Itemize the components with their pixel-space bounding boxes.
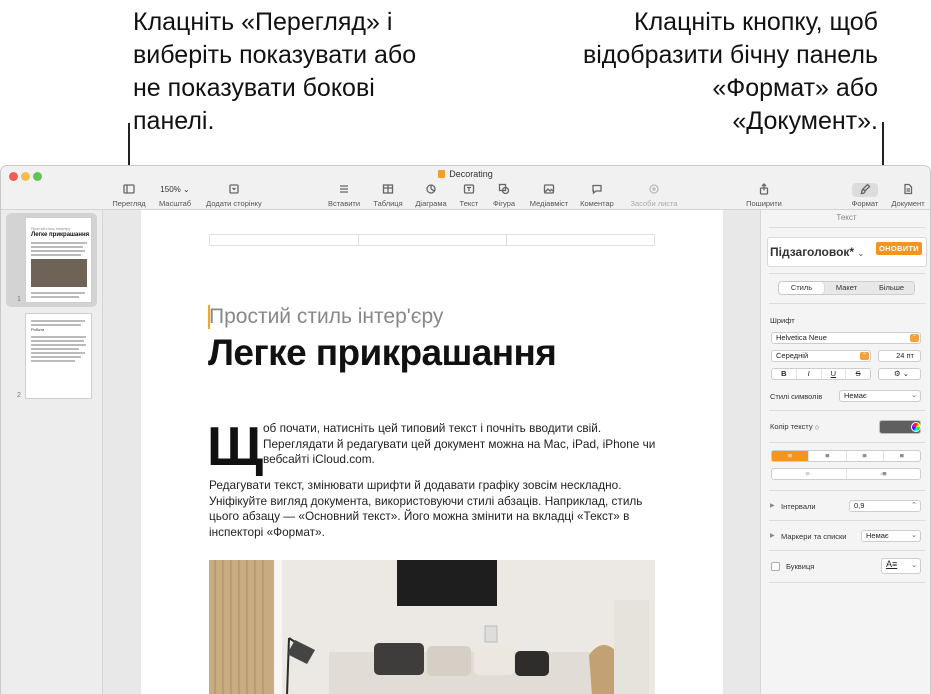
insert-button[interactable]: Вставити bbox=[324, 183, 364, 209]
page-thumbnail-2[interactable]: Роботи 2 bbox=[6, 309, 97, 403]
document-page[interactable]: Простий стиль інтер'єру Легке прикрашанн… bbox=[141, 210, 723, 694]
format-inspector: Текст Підзаголовок* ⌄ ОНОВИТИ Стиль Маке… bbox=[760, 210, 930, 694]
sidebar-icon bbox=[109, 183, 149, 197]
toolbar: Decorating Перегляд 150% ⌄ Масштаб Додат… bbox=[1, 166, 930, 210]
page-header[interactable] bbox=[209, 234, 655, 246]
font-family-popup[interactable]: Helvetica Neue ⌃ bbox=[771, 332, 921, 344]
stage: Клацніть «Перегляд» і виберіть показуват… bbox=[0, 0, 931, 694]
chevron-down-icon: ⌄ bbox=[911, 532, 917, 539]
document-icon bbox=[887, 183, 929, 197]
increase-indent-button[interactable]: ·≡ bbox=[847, 469, 921, 479]
zoom-button[interactable]: 150% ⌄ Масштаб bbox=[154, 183, 196, 209]
document-button[interactable]: Документ bbox=[887, 183, 929, 209]
bullets-popup[interactable]: Немає ⌄ bbox=[861, 530, 921, 542]
doc-title[interactable]: Легке прикрашання bbox=[208, 332, 557, 374]
add-page-button[interactable]: Додати сторінку bbox=[201, 183, 267, 209]
tab-style[interactable]: Стиль bbox=[779, 282, 824, 294]
format-button[interactable]: Формат bbox=[844, 183, 886, 209]
justify-button[interactable]: ≡ bbox=[884, 451, 920, 461]
body-paragraph-2[interactable]: Редагувати текст, змінювати шрифти й дод… bbox=[209, 478, 669, 540]
font-weight-popup[interactable]: Середній ⌃ bbox=[771, 350, 871, 362]
paintbrush-icon bbox=[852, 183, 878, 197]
body-paragraph-1[interactable]: об почати, натисніть цей типовий текст і… bbox=[263, 421, 663, 468]
text-button[interactable]: Текст bbox=[455, 183, 483, 209]
insert-icon bbox=[324, 183, 364, 197]
font-label: Шрифт bbox=[770, 316, 795, 325]
thumbnail-photo bbox=[31, 259, 87, 287]
dropcap-style-popup[interactable]: A≡ ⌄ bbox=[881, 558, 921, 574]
add-page-icon bbox=[201, 183, 267, 197]
mail-merge-button[interactable]: Засоби листа bbox=[624, 183, 684, 209]
align-left-button[interactable]: ≡ bbox=[772, 451, 810, 461]
window-title: Decorating bbox=[1, 169, 930, 179]
text-tabs: Стиль Макет Більше bbox=[778, 281, 915, 295]
alignment-buttons: ≡ ≡ ≡ ≡ bbox=[771, 450, 921, 462]
underline-button[interactable]: U bbox=[822, 369, 847, 379]
chevron-down-icon: ⌄ bbox=[911, 392, 917, 399]
media-button[interactable]: Медіавміст bbox=[525, 183, 573, 209]
chevron-down-icon: ⌄ bbox=[911, 562, 917, 569]
text-options-button[interactable]: ⚙ ⌄ bbox=[878, 368, 921, 380]
chart-icon bbox=[410, 183, 452, 197]
paragraph-style-popup[interactable]: Підзаголовок* ⌄ bbox=[770, 245, 864, 259]
text-color-label: Колір тексту ◇ bbox=[770, 422, 820, 431]
align-center-button[interactable]: ≡ bbox=[809, 451, 847, 461]
chevron-updown-icon: ⌃ bbox=[860, 352, 869, 360]
font-style-buttons: B I U S bbox=[771, 368, 871, 380]
drop-cap[interactable]: Щ bbox=[207, 419, 263, 474]
document-canvas[interactable]: Простий стиль інтер'єру Легке прикрашанн… bbox=[103, 210, 760, 694]
callout-view: Клацніть «Перегляд» і виберіть показуват… bbox=[133, 8, 417, 135]
decrease-indent-button[interactable]: ≡· bbox=[772, 469, 847, 479]
shape-button[interactable]: Фігура bbox=[488, 183, 520, 209]
bullets-label: Маркери та списки bbox=[781, 532, 847, 541]
italic-button[interactable]: I bbox=[797, 369, 822, 379]
font-size-field[interactable]: 24 пт bbox=[878, 350, 921, 362]
view-button[interactable]: Перегляд bbox=[109, 183, 149, 209]
document-icon bbox=[438, 170, 446, 178]
gear-icon: ⚙ ⌄ bbox=[893, 369, 910, 378]
table-icon bbox=[369, 183, 407, 197]
page-thumbnail-1[interactable]: Простий стиль інтер'єру Легке прикрашанн… bbox=[6, 213, 97, 307]
spacing-popup[interactable]: 0,9 ⌃ bbox=[849, 500, 921, 512]
photo-icon bbox=[525, 183, 573, 197]
interior-photo[interactable] bbox=[209, 560, 655, 694]
inspector-header: Текст bbox=[836, 213, 857, 222]
comment-icon bbox=[576, 183, 618, 197]
tab-more[interactable]: Більше bbox=[869, 282, 914, 294]
align-right-button[interactable]: ≡ bbox=[847, 451, 884, 461]
indent-buttons: ≡· ·≡ bbox=[771, 468, 921, 480]
shape-icon bbox=[488, 183, 520, 197]
chevron-updown-icon: ⌃ bbox=[910, 334, 919, 342]
dropcap-preview-icon: A≡ bbox=[886, 559, 898, 569]
bold-button[interactable]: B bbox=[772, 369, 797, 379]
disclosure-triangle-icon[interactable]: ▶ bbox=[770, 532, 775, 539]
tab-layout[interactable]: Макет bbox=[824, 282, 869, 294]
pages-window: Decorating Перегляд 150% ⌄ Масштаб Додат… bbox=[0, 165, 931, 694]
spacing-label: Інтервали bbox=[781, 502, 816, 511]
text-box-icon bbox=[455, 183, 483, 197]
table-button[interactable]: Таблиця bbox=[369, 183, 407, 209]
callout-format: Клацніть кнопку, щоб відобразити бічну п… bbox=[582, 8, 878, 135]
share-icon bbox=[742, 183, 786, 197]
strikethrough-button[interactable]: S bbox=[846, 369, 870, 379]
divider bbox=[769, 227, 925, 228]
chart-button[interactable]: Діаграма bbox=[410, 183, 452, 209]
update-style-button[interactable]: ОНОВИТИ bbox=[876, 242, 922, 255]
zoom-value: 150% ⌄ bbox=[160, 185, 190, 194]
dropcap-checkbox[interactable] bbox=[771, 562, 780, 571]
interior-photo-drawing bbox=[209, 560, 655, 694]
leader-line-right bbox=[882, 122, 884, 170]
page-thumbnails-sidebar: Простий стиль інтер'єру Легке прикрашанн… bbox=[1, 210, 103, 694]
disclosure-triangle-icon[interactable]: ▶ bbox=[770, 502, 775, 509]
dropcap-label: Буквиця bbox=[786, 562, 815, 571]
chevron-updown-icon: ⌃ bbox=[911, 502, 917, 509]
doc-subtitle[interactable]: Простий стиль інтер'єру bbox=[209, 305, 443, 329]
color-wheel-icon[interactable] bbox=[911, 422, 921, 432]
mail-merge-icon bbox=[624, 183, 684, 197]
share-button[interactable]: Поширити bbox=[742, 183, 786, 209]
char-styles-label: Стилі символів bbox=[770, 392, 823, 401]
char-styles-popup[interactable]: Немає ⌄ bbox=[839, 390, 921, 402]
comment-button[interactable]: Коментар bbox=[576, 183, 618, 209]
